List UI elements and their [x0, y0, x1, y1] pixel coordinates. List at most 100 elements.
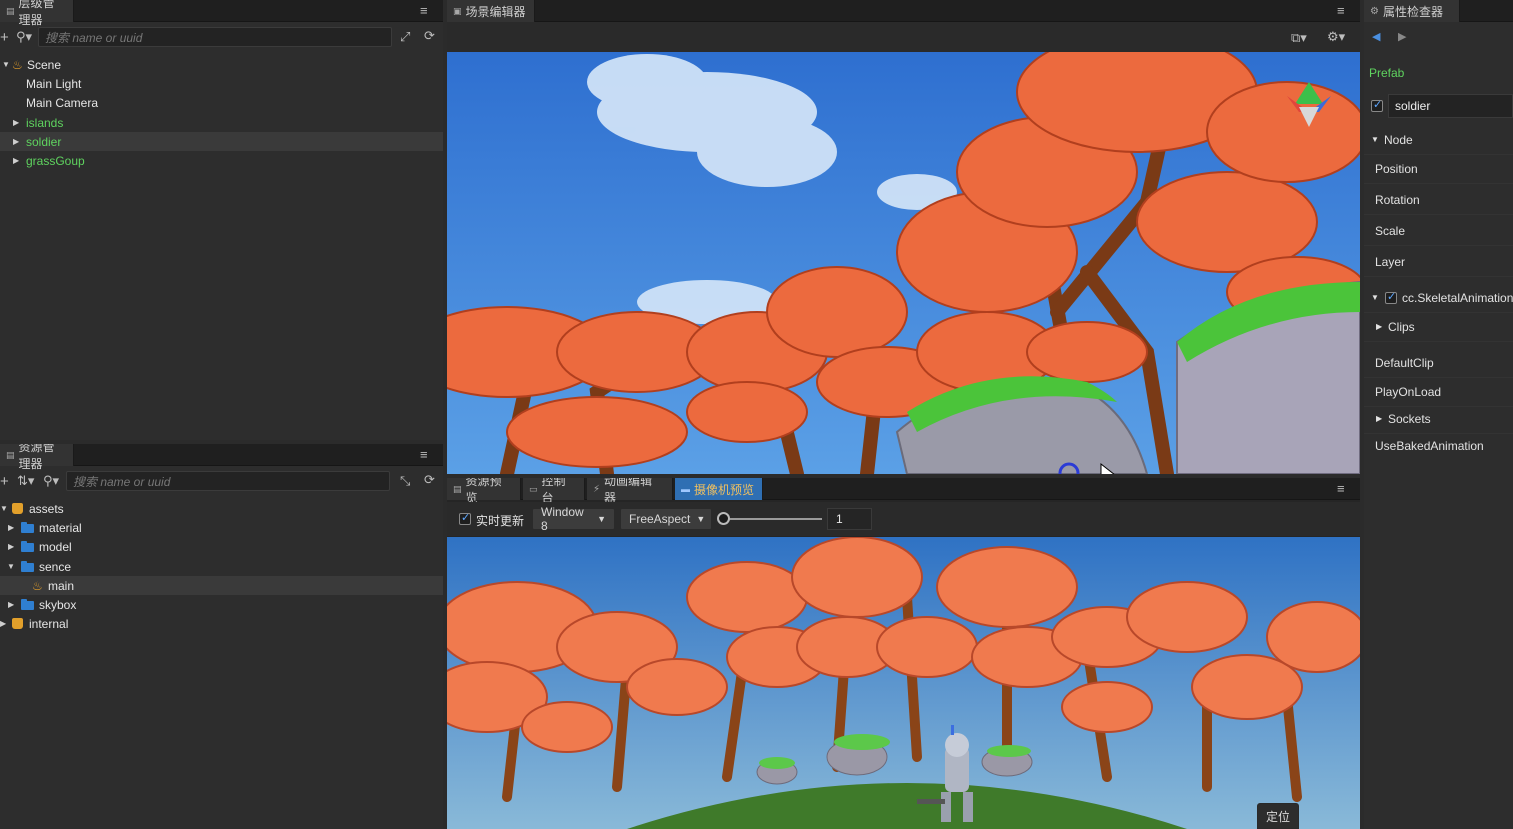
zoom-slider[interactable] [717, 512, 822, 525]
refresh-icon[interactable]: ⟳ [424, 472, 435, 488]
tree-item-main-light[interactable]: Main Light [0, 74, 443, 93]
camera-preview-toolbar: 实时更新 Window 8 ▼ FreeAspect ▼ 1 [447, 502, 1360, 536]
prop-sockets[interactable]: ▶ Sockets [1364, 404, 1513, 434]
collapsed-arrow-icon[interactable]: ▶ [13, 118, 19, 127]
collapsed-arrow-icon[interactable]: ▶ [0, 619, 6, 628]
camera-tab-icon: ▬ [681, 484, 690, 494]
tree-item-label: material [39, 520, 82, 535]
folder-icon [21, 541, 34, 552]
window-select[interactable]: Window 8 ▼ [532, 505, 615, 533]
search-filter-icon[interactable]: ⚲▾ [43, 473, 59, 489]
hierarchy-menu-icon[interactable]: ≡ [420, 3, 428, 18]
zoom-value-input[interactable]: 1 [827, 508, 872, 530]
back-arrow-icon[interactable]: ◀ [1372, 30, 1380, 43]
gear-icon: ⚙ [1370, 5, 1379, 17]
hierarchy-tabbar: ▤ 层级管理器 ≡ [0, 0, 443, 27]
scene-viewport[interactable] [447, 52, 1360, 474]
sort-icon[interactable]: ⇅▾ [17, 473, 34, 489]
aspect-select-label: FreeAspect [629, 512, 691, 526]
tree-item-label: main [48, 578, 75, 593]
component-enabled-checkbox[interactable] [1385, 290, 1397, 304]
tree-item-skybox[interactable]: ▶ skybox [0, 595, 443, 614]
prop-scale: Scale [1364, 216, 1513, 246]
collapsed-arrow-icon[interactable]: ▶ [13, 137, 19, 146]
scene-tab-label: 场景编辑器 [465, 4, 526, 19]
expanded-arrow-icon[interactable]: ▼ [7, 562, 15, 571]
tree-item-sence[interactable]: ▼ sence [0, 557, 443, 576]
prop-label: Rotation [1375, 192, 1420, 207]
assets-toolbar: + ⇅▾ ⚲▾ 搜索 name or uuid ⤡ ⟳ [0, 468, 443, 494]
slider-handle[interactable] [717, 512, 730, 525]
tab-inspector[interactable]: ⚙ 属性检查器 [1364, 0, 1460, 22]
assets-search-input[interactable]: 搜索 name or uuid [66, 471, 390, 491]
collapsed-arrow-icon[interactable]: ▶ [8, 600, 14, 609]
tree-item-assets[interactable]: ▼ assets [0, 499, 443, 518]
tree-item-grassgoup[interactable]: ▶ grassGoup [0, 151, 443, 170]
node-active-checkbox[interactable] [1371, 98, 1383, 112]
dropdown-caret-icon: ▼ [597, 514, 606, 524]
inspector-tabbar: ⚙ 属性检查器 [1364, 0, 1513, 22]
expand-icon[interactable]: ⤢ [400, 29, 410, 45]
collapse-icon[interactable]: ⤡ [400, 473, 410, 489]
tree-item-label: sence [39, 559, 72, 574]
console-tab-icon: ▭ [529, 483, 538, 494]
bottom-tabbar: ▤ 资源预览 ▭ 控制台 ⚡ 动画编辑器 ▬ 摄像机预览 ≡ [447, 478, 1360, 505]
prop-use-baked-animation: UseBakedAnimation [1364, 431, 1513, 461]
folder-icon [21, 561, 34, 572]
tab-camera-preview[interactable]: ▬ 摄像机预览 [675, 478, 763, 500]
prop-label: PlayOnLoad [1375, 384, 1442, 399]
collapsed-arrow-icon[interactable]: ▶ [13, 156, 19, 165]
node-name-input[interactable]: soldier [1388, 94, 1513, 118]
refresh-icon[interactable]: ⟳ [424, 28, 435, 44]
search-filter-icon[interactable]: ⚲▾ [16, 29, 32, 45]
tree-item-main[interactable]: ♨ main [0, 576, 443, 595]
hierarchy-tab-icon: ▤ [6, 5, 15, 16]
node-section-header[interactable]: ▼ Node [1364, 125, 1513, 155]
prop-label: Layer [1375, 254, 1406, 269]
hierarchy-search-input[interactable]: 搜索 name or uuid [38, 27, 392, 47]
assets-menu-icon[interactable]: ≡ [420, 447, 428, 462]
prop-clips[interactable]: ▶ Clips [1364, 312, 1513, 342]
camera-preview-viewport[interactable]: 定位 [447, 537, 1360, 829]
realtime-update-label: 实时更新 [476, 514, 525, 528]
tree-item-label: grassGoup [26, 153, 85, 168]
package-icon [12, 618, 23, 629]
scene-menu-icon[interactable]: ≡ [1337, 3, 1345, 18]
tree-item-main-camera[interactable]: Main Camera [0, 93, 443, 112]
add-icon[interactable]: + [0, 473, 9, 490]
gear-icon[interactable]: ⚙▾ [1327, 29, 1345, 45]
tab-hierarchy[interactable]: ▤ 层级管理器 [0, 0, 74, 27]
node-section-label: Node [1384, 132, 1413, 147]
tree-item-scene[interactable]: ▼ ♨ Scene [0, 55, 443, 74]
tab-console[interactable]: ▭ 控制台 [523, 478, 585, 505]
add-icon[interactable]: + [0, 29, 9, 46]
scene-tabbar: ▣ 场景编辑器 ≡ [447, 0, 1360, 22]
assets-tabbar: ▤ 资源管理器 ≡ [0, 444, 443, 471]
aspect-select[interactable]: FreeAspect ▼ [620, 508, 712, 530]
tree-item-islands[interactable]: ▶ islands [0, 113, 443, 132]
tab-assets[interactable]: ▤ 资源管理器 [0, 444, 74, 471]
component-header[interactable]: ▼ cc.SkeletalAnimation [1364, 283, 1513, 313]
forward-arrow-icon[interactable]: ▶ [1398, 30, 1406, 43]
tree-item-label: assets [29, 501, 64, 516]
prop-rotation: Rotation [1364, 185, 1513, 215]
window-select-label: Window 8 [541, 505, 584, 533]
tab-animation-editor[interactable]: ⚡ 动画编辑器 [587, 478, 673, 505]
camera-view-artwork [447, 537, 1360, 829]
camera-options-icon[interactable]: ⧉▾ [1291, 30, 1307, 46]
tab-scene-editor[interactable]: ▣ 场景编辑器 [447, 0, 535, 22]
prop-default-clip: DefaultClip [1364, 348, 1513, 378]
tree-item-model[interactable]: ▶ model [0, 537, 443, 556]
realtime-update-checkbox[interactable] [459, 511, 471, 525]
collapsed-arrow-icon[interactable]: ▶ [8, 542, 14, 551]
prop-label: Position [1375, 161, 1418, 176]
expanded-arrow-icon[interactable]: ▼ [2, 60, 10, 69]
collapsed-arrow-icon[interactable]: ▶ [8, 523, 14, 532]
tree-item-internal[interactable]: ▶ internal [0, 614, 443, 633]
tree-item-material[interactable]: ▶ material [0, 518, 443, 537]
bottom-menu-icon[interactable]: ≡ [1337, 481, 1345, 496]
tab-asset-preview[interactable]: ▤ 资源预览 [447, 478, 521, 505]
locate-button[interactable]: 定位 [1257, 803, 1300, 829]
expanded-arrow-icon[interactable]: ▼ [0, 504, 8, 513]
tree-item-soldier[interactable]: ▶ soldier [0, 132, 443, 151]
